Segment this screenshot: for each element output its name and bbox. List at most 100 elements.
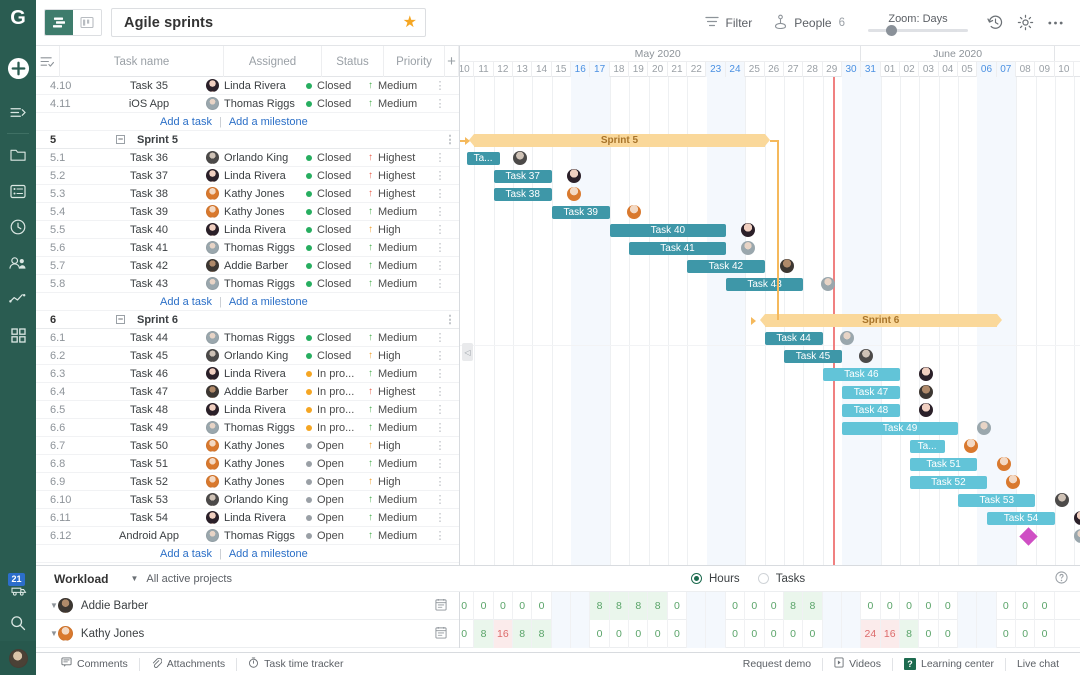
table-row[interactable]: 5.7 Task 42 Addie Barber Closed ↑ Medium ⋮ [36, 257, 459, 275]
videos-button[interactable]: Videos [823, 653, 892, 675]
workload-cell[interactable]: 0 [610, 619, 630, 648]
row-menu-icon[interactable]: ⋮ [421, 419, 459, 437]
assignee-cell[interactable]: Kathy Jones [200, 473, 298, 491]
priority-cell[interactable]: ↑ Medium [360, 455, 421, 473]
assignee-cell[interactable]: Orlando King [200, 347, 298, 365]
assignee-cell[interactable]: Linda Rivera [200, 77, 298, 95]
day-label[interactable]: 10 [460, 62, 475, 77]
workload-cell[interactable]: 0 [939, 619, 958, 648]
assignee-cell[interactable]: Thomas Riggs [200, 419, 298, 437]
workload-cell[interactable]: 8 [532, 619, 552, 648]
row-menu-icon[interactable]: ⋮ [421, 221, 459, 239]
trend-chart-icon[interactable] [0, 281, 36, 317]
app-logo[interactable]: G [0, 0, 36, 36]
row-menu-icon[interactable]: ⋮ [421, 203, 459, 221]
task-bar[interactable]: Task 54 [987, 512, 1055, 525]
assignee-cell[interactable]: Kathy Jones [200, 185, 298, 203]
plus-icon[interactable] [0, 50, 36, 86]
gear-icon[interactable] [1010, 8, 1040, 38]
task-bar[interactable]: Task 45 [783, 350, 842, 363]
priority-cell[interactable]: ↑ Medium [360, 527, 421, 545]
day-label[interactable]: 16 [571, 62, 591, 77]
day-label[interactable]: 08 [1016, 62, 1036, 77]
task-bar[interactable]: Task 46 [822, 368, 901, 381]
status-cell[interactable]: Closed [298, 95, 360, 113]
bar-assignee-avatar[interactable] [963, 439, 978, 453]
workload-cell[interactable]: 0 [726, 619, 746, 648]
table-row[interactable]: 5.5 Task 40 Linda Rivera Closed ↑ High ⋮ [36, 221, 459, 239]
task-bar[interactable]: Task 41 [629, 242, 726, 255]
table-row[interactable]: 5.4 Task 39 Kathy Jones Closed ↑ Medium ⋮ [36, 203, 459, 221]
day-label[interactable]: 24 [725, 62, 746, 77]
notifications-button[interactable]: 21 [0, 573, 36, 605]
bar-assignee-avatar[interactable] [1074, 511, 1080, 525]
priority-cell[interactable]: ↑ Medium [360, 275, 421, 293]
workload-cell[interactable]: 8 [474, 619, 494, 648]
assignee-cell[interactable]: Kathy Jones [200, 455, 298, 473]
radio-tasks[interactable]: Tasks [757, 573, 805, 585]
workload-row[interactable]: ▼ Kathy Jones 0 8 16 8 8 0 0 0 0 0 0 0 0 0 0 24 16 8 0 0 0 0 0 [36, 619, 1080, 648]
workload-cell[interactable]: 0 [803, 619, 823, 648]
radio-hours[interactable]: Hours [691, 573, 740, 585]
status-cell[interactable]: Closed [298, 185, 360, 203]
status-cell[interactable]: Closed [298, 77, 360, 95]
collapse-toggle-icon[interactable]: − [116, 135, 125, 144]
workload-cell[interactable]: 0 [997, 619, 1016, 648]
row-menu-icon[interactable]: ⋮ [421, 383, 459, 401]
list-icon[interactable] [0, 173, 36, 209]
assignee-cell[interactable]: Linda Rivera [200, 167, 298, 185]
workload-cell[interactable]: 0 [919, 591, 939, 620]
priority-cell[interactable]: ↑ Highest [360, 185, 421, 203]
calendar-icon[interactable] [435, 626, 447, 642]
workload-cell[interactable]: 0 [1035, 619, 1055, 648]
table-row[interactable]: 5.8 Task 43 Thomas Riggs Closed ↑ Medium ⋮ [36, 275, 459, 293]
add-task-link[interactable]: Add a task [160, 296, 212, 308]
row-menu-icon[interactable]: ⋮ [421, 275, 459, 293]
workload-cell[interactable]: 8 [783, 591, 804, 620]
col-header-assigned[interactable]: Assigned [224, 46, 322, 77]
task-bar[interactable]: Task 44 [764, 332, 823, 345]
task-bar[interactable]: Task 40 [609, 224, 726, 237]
day-label[interactable]: 17 [590, 62, 610, 77]
learning-center-button[interactable]: ? Learning center [893, 653, 1005, 675]
day-label[interactable]: 27 [784, 62, 804, 77]
table-row[interactable]: 6.9 Task 52 Kathy Jones Open ↑ High ⋮ [36, 473, 459, 491]
row-menu-icon[interactable]: ⋮ [421, 167, 459, 185]
add-column-button[interactable]: + [445, 46, 459, 77]
attachments-button[interactable]: Attachments [140, 653, 236, 675]
task-bar[interactable]: Task 42 [687, 260, 765, 273]
row-menu-icon[interactable]: ⋮ [441, 131, 459, 149]
day-label[interactable]: 29 [823, 62, 842, 77]
priority-cell[interactable]: ↑ High [360, 221, 421, 239]
table-row[interactable]: 6.8 Task 51 Kathy Jones Open ↑ Medium ⋮ [36, 455, 459, 473]
row-menu-icon[interactable]: ⋮ [421, 149, 459, 167]
people-icon[interactable] [0, 245, 36, 281]
workload-cell[interactable]: 16 [493, 619, 514, 648]
day-label[interactable]: 15 [552, 62, 572, 77]
status-cell[interactable]: In pro... [298, 383, 360, 401]
status-cell[interactable]: Closed [298, 149, 360, 167]
priority-cell[interactable]: ↑ Medium [360, 509, 421, 527]
priority-cell[interactable]: ↑ Medium [360, 401, 421, 419]
workload-cell[interactable]: 0 [1035, 591, 1055, 620]
task-bar[interactable]: Task 49 [842, 422, 959, 435]
priority-cell[interactable]: ↑ High [360, 437, 421, 455]
priority-cell[interactable]: ↑ Medium [360, 239, 421, 257]
assignee-cell[interactable]: Thomas Riggs [200, 527, 298, 545]
day-label[interactable]: 06 [977, 62, 997, 77]
row-menu-icon[interactable]: ⋮ [421, 401, 459, 419]
row-menu-icon[interactable]: ⋮ [421, 239, 459, 257]
row-menu-icon[interactable]: ⋮ [421, 437, 459, 455]
bar-assignee-avatar[interactable] [513, 151, 528, 165]
day-label[interactable]: 26 [765, 62, 784, 77]
row-menu-icon[interactable]: ⋮ [421, 347, 459, 365]
day-label[interactable]: 25 [745, 62, 765, 77]
assignee-cell[interactable]: Linda Rivera [200, 221, 298, 239]
bar-assignee-avatar[interactable] [996, 457, 1011, 471]
row-menu-icon[interactable]: ⋮ [421, 257, 459, 275]
bar-assignee-avatar[interactable] [840, 331, 855, 345]
comments-button[interactable]: Comments [50, 653, 139, 675]
assignee-cell[interactable]: Kathy Jones [200, 437, 298, 455]
bar-assignee-avatar[interactable] [780, 259, 795, 273]
day-label[interactable]: 14 [532, 62, 552, 77]
